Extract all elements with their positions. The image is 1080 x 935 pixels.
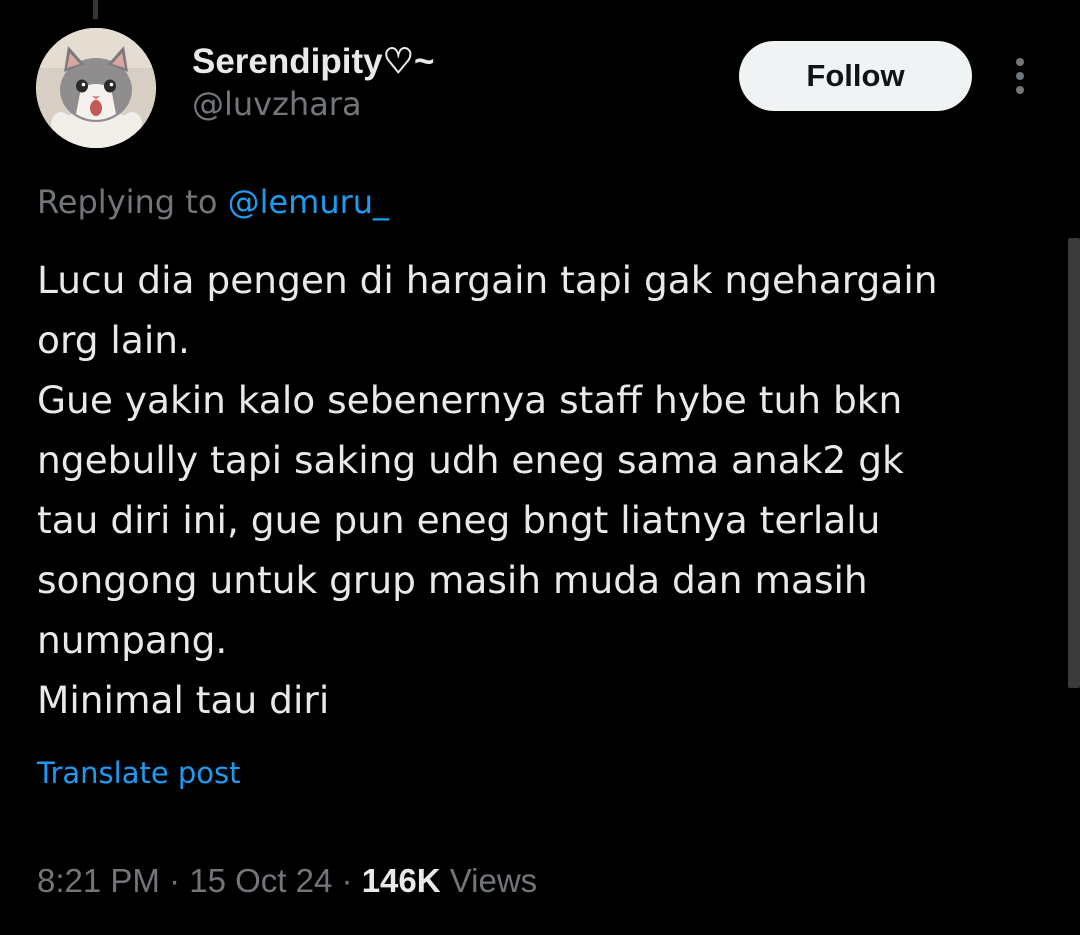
tweet-text-line: songong untuk grup masih muda dan masih bbox=[37, 558, 868, 602]
tweet-metadata: 8:21 PM · 15 Oct 24 · 146K Views bbox=[37, 858, 537, 904]
vertical-ellipsis-icon bbox=[1016, 58, 1024, 94]
views-label: Views bbox=[449, 862, 538, 899]
user-info: Serendipity♡~ @luvzhara bbox=[192, 40, 434, 124]
user-handle[interactable]: @luvzhara bbox=[192, 84, 434, 124]
cat-avatar-image bbox=[36, 28, 156, 148]
translate-post-link[interactable]: Translate post bbox=[37, 752, 241, 794]
reply-mention-link[interactable]: @lemuru_ bbox=[228, 183, 389, 221]
meta-separator: · bbox=[341, 862, 353, 899]
scrollbar-thumb[interactable] bbox=[1068, 238, 1080, 688]
replying-to-label: Replying to bbox=[37, 183, 218, 221]
more-options-button[interactable] bbox=[1000, 52, 1040, 100]
meta-separator: · bbox=[169, 862, 181, 899]
tweet-text-line: Minimal tau diri bbox=[37, 678, 330, 722]
display-name[interactable]: Serendipity♡~ bbox=[192, 40, 434, 84]
follow-button[interactable]: Follow bbox=[739, 41, 972, 111]
tweet-text-line: Lucu dia pengen di hargain tapi gak ngeh… bbox=[37, 258, 938, 302]
tweet-text: Lucu dia pengen di hargain tapi gak ngeh… bbox=[37, 250, 1047, 730]
tweet-text-line: tau diri ini, gue pun eneg bngt liatnya … bbox=[37, 498, 881, 542]
replying-to: Replying to @lemuru_ bbox=[37, 180, 389, 224]
tweet-text-line: Gue yakin kalo sebenernya staff hybe tuh… bbox=[37, 378, 903, 422]
tweet-text-line: ngebully tapi saking udh eneg sama anak2… bbox=[37, 438, 904, 482]
tweet-text-line: numpang. bbox=[37, 618, 228, 662]
tweet-text-line: org lain. bbox=[37, 318, 190, 362]
tweet-date[interactable]: 15 Oct 24 bbox=[189, 862, 332, 899]
thread-connector-line bbox=[93, 0, 98, 19]
avatar[interactable] bbox=[36, 28, 156, 148]
tweet-time[interactable]: 8:21 PM bbox=[37, 862, 160, 899]
views-count: 146K bbox=[361, 862, 441, 899]
